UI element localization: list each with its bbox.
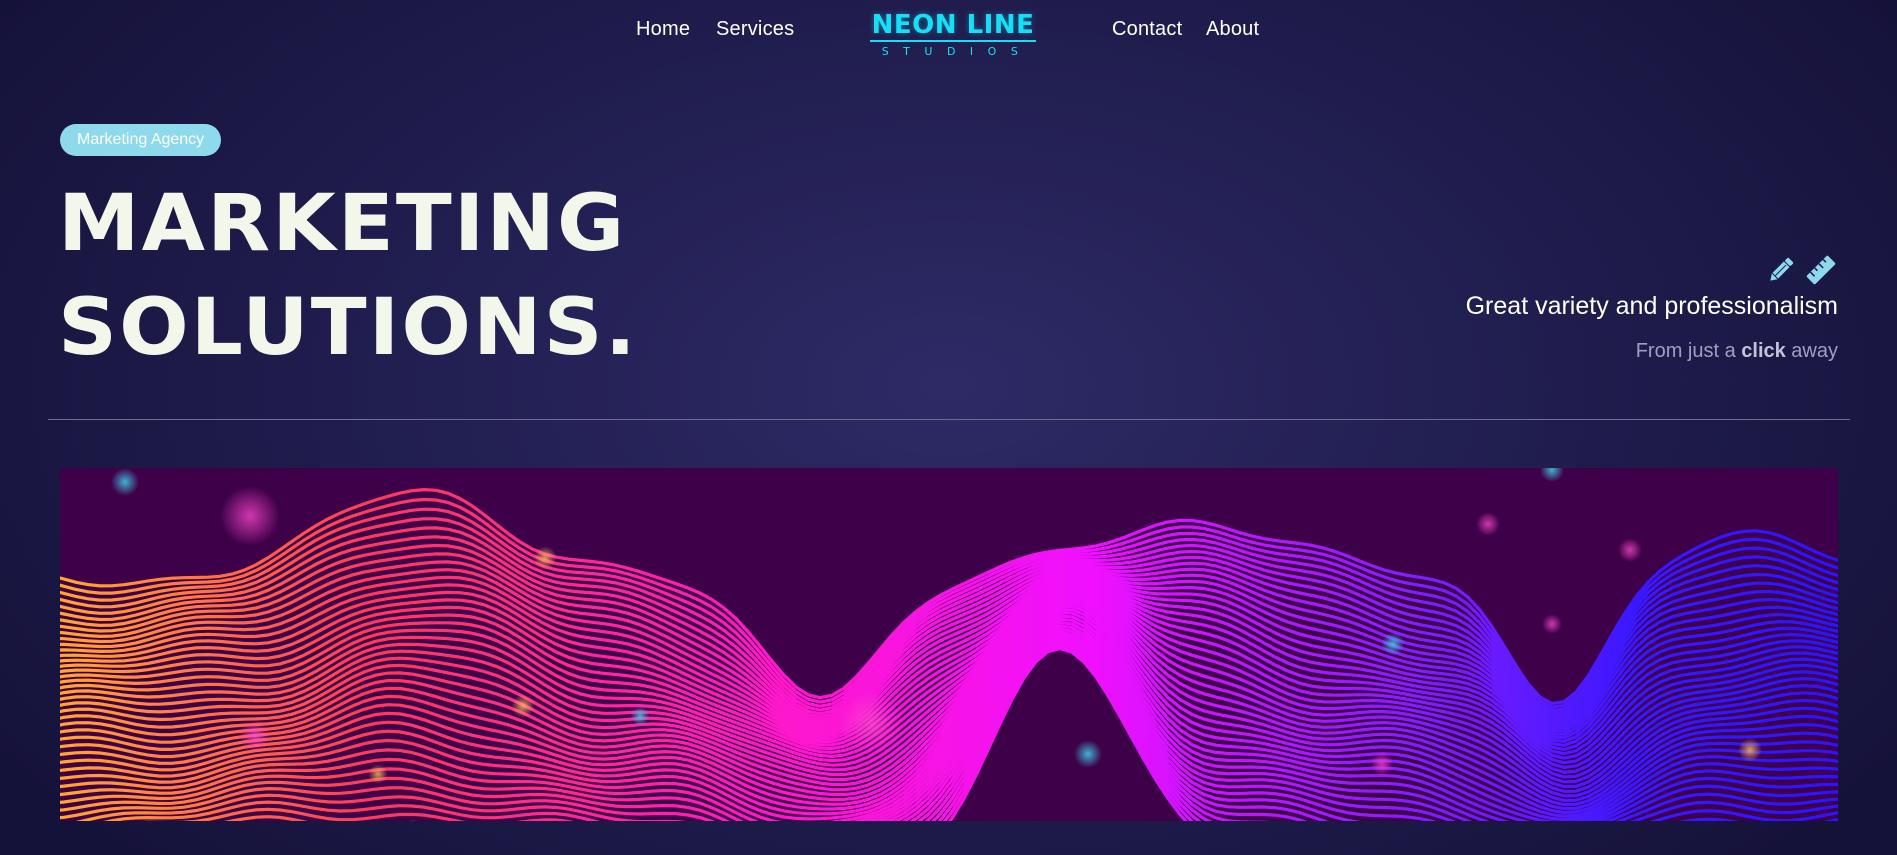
bokeh-light xyxy=(1738,738,1762,762)
nav-link-contact[interactable]: Contact xyxy=(1112,18,1182,41)
bokeh-light xyxy=(1540,468,1564,482)
pencil-icon xyxy=(1764,253,1798,287)
bokeh-light xyxy=(1476,512,1500,536)
top-nav: Home Services NEON LINE STUDIOS Contact … xyxy=(0,0,1897,70)
hero-headline-line-1: MARKETING xyxy=(58,179,627,269)
bokeh-light xyxy=(1381,632,1405,656)
nav-link-home[interactable]: Home xyxy=(636,18,690,41)
bokeh-light xyxy=(368,764,388,784)
bokeh-light xyxy=(239,720,271,752)
logo-underline xyxy=(870,40,1036,42)
nav-link-services[interactable]: Services xyxy=(716,18,794,41)
category-badge: Marketing Agency xyxy=(60,124,222,156)
logo-subtitle: STUDIOS xyxy=(881,45,1033,58)
section-divider xyxy=(48,419,1850,420)
bokeh-light xyxy=(511,694,535,718)
subline-prefix: From just a xyxy=(1635,340,1742,362)
bokeh-light xyxy=(111,468,139,496)
neon-wave-artwork xyxy=(60,468,1838,821)
hero-headline-line-2: SOLUTIONS. xyxy=(58,283,638,373)
logo-wordmark: NEON LINE xyxy=(871,10,1035,40)
subline-suffix: away xyxy=(1785,340,1838,362)
bokeh-light xyxy=(220,486,280,546)
subline-emphasis: click xyxy=(1741,340,1786,362)
hero-headline: MARKETING SOLUTIONS. xyxy=(58,172,638,380)
bokeh-light xyxy=(840,692,904,756)
hero-side-text: Great variety and professionalism From j… xyxy=(1278,252,1838,363)
bokeh-light xyxy=(630,706,650,726)
bokeh-light xyxy=(533,546,557,570)
hero-subline: From just a click away xyxy=(1278,339,1838,363)
nav-link-about[interactable]: About xyxy=(1206,18,1259,41)
hero-banner-image xyxy=(60,468,1838,821)
bokeh-light xyxy=(1618,538,1642,562)
brand-logo[interactable]: NEON LINE STUDIOS xyxy=(868,11,1038,63)
bokeh-light xyxy=(1542,614,1562,634)
tool-icons xyxy=(1764,252,1838,288)
bokeh-light xyxy=(1074,740,1102,768)
hero-tagline: Great variety and professionalism xyxy=(1465,292,1838,320)
bokeh-light xyxy=(1370,752,1394,776)
ruler-icon xyxy=(1804,253,1838,287)
